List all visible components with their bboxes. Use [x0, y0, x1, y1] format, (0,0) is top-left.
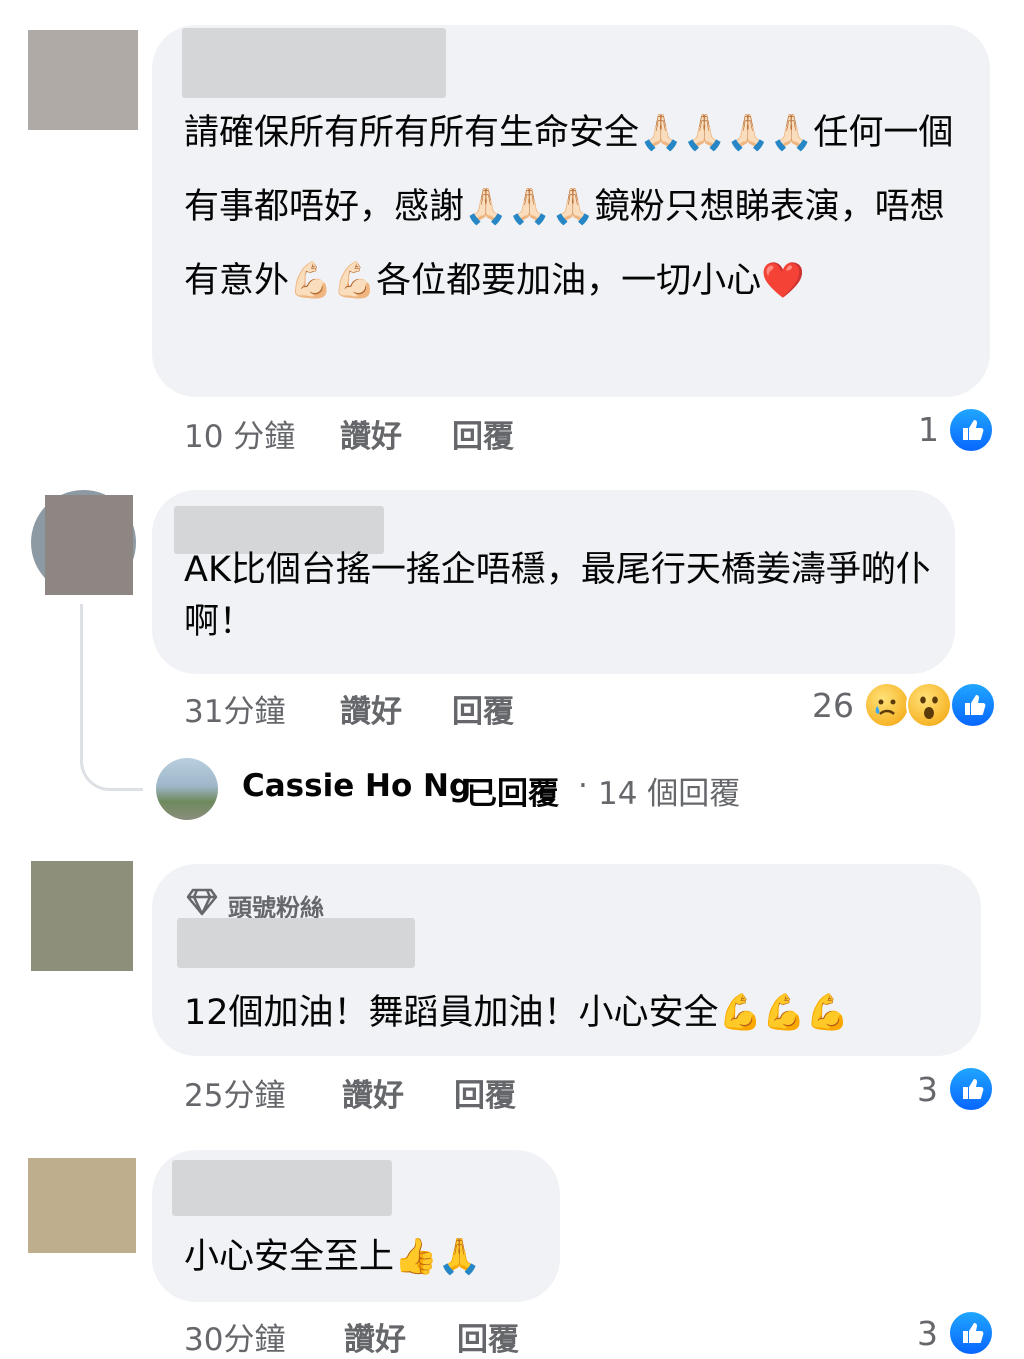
avatar[interactable]: [28, 30, 138, 130]
reaction-count[interactable]: 3: [917, 1314, 938, 1353]
sad-cry-face-icon[interactable]: [864, 682, 910, 728]
like-thumb-icon[interactable]: [948, 1310, 994, 1356]
reaction-count[interactable]: 26: [812, 686, 854, 725]
reaction-count[interactable]: 1: [918, 410, 939, 449]
reply-thread-line: [80, 604, 143, 791]
reply-count[interactable]: 14 個回覆: [598, 768, 740, 813]
wow-face-icon[interactable]: [906, 682, 952, 728]
avatar[interactable]: [31, 861, 133, 971]
commenter-name-blurred[interactable]: [182, 28, 446, 98]
avatar[interactable]: [45, 495, 133, 595]
reply-button[interactable]: 回覆: [457, 1314, 519, 1359]
comment-text: 12個加油！舞蹈員加油！小心安全💪💪💪: [184, 993, 850, 1033]
comment-text: AK比個台搖一搖企唔穩，最尾行天橋姜濤爭啲仆啊！: [184, 550, 931, 642]
reaction-count[interactable]: 3: [917, 1070, 938, 1109]
like-thumb-icon[interactable]: [948, 1066, 994, 1112]
avatar[interactable]: [28, 1158, 136, 1253]
reply-button[interactable]: 回覆: [452, 411, 514, 456]
like-thumb-icon[interactable]: [950, 682, 996, 728]
commenter-name-blurred[interactable]: [177, 918, 415, 968]
commenter-name-blurred[interactable]: [172, 1160, 392, 1216]
comment-time[interactable]: 25分鐘: [184, 1070, 285, 1115]
replier-avatar[interactable]: [156, 758, 218, 820]
like-thumb-icon[interactable]: [948, 407, 994, 453]
like-button[interactable]: 讚好: [340, 411, 402, 456]
like-button[interactable]: 讚好: [340, 686, 402, 731]
comment-time[interactable]: 10 分鐘: [184, 411, 295, 456]
comment-time[interactable]: 31分鐘: [184, 686, 285, 731]
replied-label[interactable]: 已回覆: [466, 768, 559, 813]
diamond-badge-icon: [186, 888, 218, 916]
comment-time[interactable]: 30分鐘: [184, 1314, 285, 1359]
reply-button[interactable]: 回覆: [454, 1070, 516, 1115]
like-button[interactable]: 讚好: [342, 1070, 404, 1115]
separator-dot: ·: [578, 768, 588, 804]
comment-text: 小心安全至上👍🙏: [184, 1237, 482, 1277]
like-button[interactable]: 讚好: [344, 1314, 406, 1359]
reply-button[interactable]: 回覆: [452, 686, 514, 731]
replier-name[interactable]: Cassie Ho Ng: [242, 768, 471, 804]
comment-text: 請確保所有所有所有生命安全🙏🏻🙏🏻🙏🏻🙏🏻任何一個有事都唔好，感謝🙏🏻🙏🏻🙏🏻鏡…: [184, 113, 954, 301]
